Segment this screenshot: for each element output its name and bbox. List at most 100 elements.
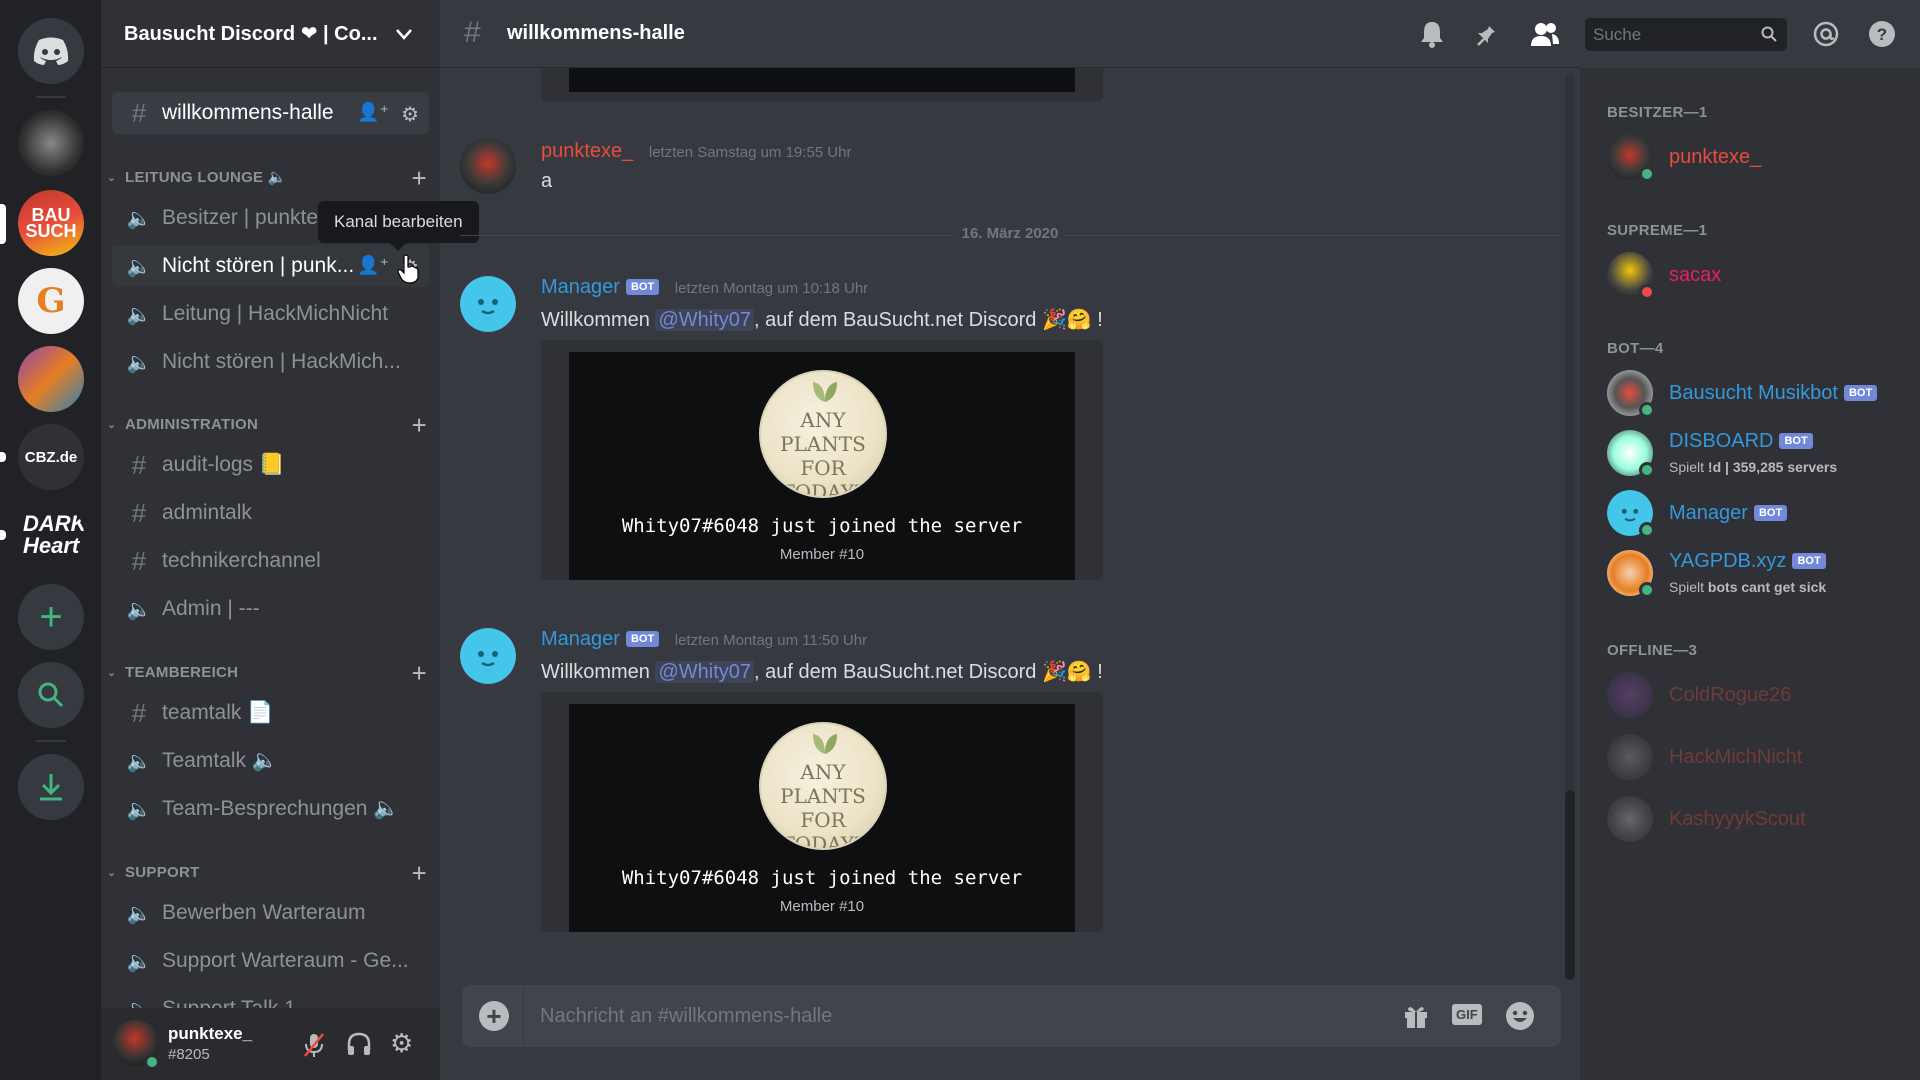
composer-placeholder[interactable]: Nachricht an #willkommens-halle xyxy=(540,1005,832,1028)
headphones-icon[interactable] xyxy=(346,1032,372,1056)
hash-icon: # xyxy=(131,497,147,528)
server-icon-darkheart[interactable]: DARK Heart xyxy=(18,502,84,568)
download-apps-button[interactable] xyxy=(18,754,84,820)
voice-channel[interactable]: 🔈 Nicht stören | HackMich... xyxy=(112,341,429,383)
gif-button[interactable]: GIF xyxy=(1452,1004,1482,1025)
member-group-title: OFFLINE—3 xyxy=(1607,642,1698,659)
message-author[interactable]: punktexe_ xyxy=(541,140,633,162)
member-name: ColdRogue26 xyxy=(1669,684,1792,706)
text-channel[interactable]: # admintalk xyxy=(112,492,429,534)
category-teambereich[interactable]: ⌄ TEAMBEREICH + xyxy=(107,658,427,688)
add-server-button[interactable]: + xyxy=(18,584,84,650)
bell-icon[interactable] xyxy=(1419,20,1445,48)
voice-channel[interactable]: 🔈 Nicht stören | punk... 👤⁺ ⚙ xyxy=(112,245,429,287)
member-item[interactable]: YAGPDB.xyz BOT Spielt bots cant get sick xyxy=(1607,550,1917,606)
bot-face-icon xyxy=(460,276,516,332)
welcome-image[interactable]: ANY PLANTS FOR TODAY? Whity07#6048 just j… xyxy=(569,704,1075,932)
add-channel-icon[interactable]: + xyxy=(412,658,427,689)
category-leitung-lounge[interactable]: ⌄ LEITUNG LOUNGE 🔈 + xyxy=(107,163,427,193)
caret-icon: ⌄ xyxy=(107,866,117,879)
mentions-icon[interactable] xyxy=(1812,20,1840,48)
gear-icon[interactable]: ⚙ xyxy=(401,102,419,127)
member-item[interactable]: Manager BOT xyxy=(1607,490,1917,546)
server-icon-skull[interactable] xyxy=(18,110,84,176)
user-tag: #8205 xyxy=(168,1046,210,1063)
upload-plus-button[interactable]: + xyxy=(479,1001,509,1031)
bot-face-icon xyxy=(460,628,516,684)
help-icon[interactable]: ? xyxy=(1868,20,1896,48)
hash-icon: # xyxy=(131,449,147,480)
voice-channel[interactable]: 🔈 Bewerben Warteraum xyxy=(112,892,429,934)
welcome-image[interactable]: ANY PLANTS FOR TODAY? Whity07#6048 just j… xyxy=(569,352,1075,580)
channel-sidebar: Bausucht Discord ❤ | Co... # willkommens… xyxy=(101,0,440,1080)
category-administration[interactable]: ⌄ ADMINISTRATION + xyxy=(107,410,427,440)
download-icon xyxy=(40,774,62,801)
voice-channel[interactable]: 🔈 Team-Besprechungen 🔈 xyxy=(112,788,429,830)
invite-icon[interactable]: 👤⁺ xyxy=(357,102,389,127)
message-timestamp: letzten Samstag um 19:55 Uhr xyxy=(648,144,852,161)
search-icon xyxy=(1761,26,1777,42)
user-mention[interactable]: @Whity07 xyxy=(655,661,755,683)
category-support[interactable]: ⌄ SUPPORT + xyxy=(107,858,427,888)
plus-icon: + xyxy=(39,595,63,639)
selected-server-pill xyxy=(0,204,6,244)
invite-icon[interactable]: 👤⁺ xyxy=(357,255,389,280)
pin-icon[interactable] xyxy=(1475,20,1501,48)
server-rail: BAU SUCH G CBZ.de DARK Heart + xyxy=(0,0,101,1080)
message-author[interactable]: Manager xyxy=(541,276,620,298)
search-input[interactable]: Suche xyxy=(1585,18,1787,51)
channel-willkommens-halle[interactable]: # willkommens-halle 👤⁺ ⚙ xyxy=(112,92,429,134)
server-icon-bausucht[interactable]: BAU SUCH xyxy=(18,190,84,256)
voice-channel[interactable]: 🔈 Leitung | HackMichNicht xyxy=(112,293,429,335)
guild-name: Bausucht Discord ❤ | Co... xyxy=(124,23,378,45)
member-item[interactable]: KashyyykScout xyxy=(1607,796,1917,852)
gift-icon[interactable] xyxy=(1402,1002,1430,1030)
text-channel[interactable]: # audit-logs 📒 xyxy=(112,444,429,486)
member-item[interactable]: DISBOARD BOT Spielt !d | 359,285 servers xyxy=(1607,430,1917,486)
voice-channel[interactable]: 🔈 Teamtalk 🔈 xyxy=(112,740,429,782)
mute-mic-icon[interactable] xyxy=(302,1032,326,1058)
user-settings-gear-icon[interactable]: ⚙ xyxy=(390,1028,413,1059)
speaker-icon: 🔈 xyxy=(126,207,152,230)
members-icon[interactable] xyxy=(1530,20,1560,48)
member-item[interactable]: Bausucht Musikbot BOT xyxy=(1607,370,1917,426)
explore-servers-button[interactable] xyxy=(18,662,84,728)
avatar[interactable] xyxy=(460,138,516,194)
text-channel[interactable]: # teamtalk 📄 xyxy=(112,692,429,734)
member-name: Manager BOT xyxy=(1669,502,1788,525)
member-item[interactable]: punktexe_ xyxy=(1607,134,1917,190)
member-item[interactable]: ColdRogue26 xyxy=(1607,672,1917,728)
message-timestamp: letzten Montag um 11:50 Uhr xyxy=(674,632,868,649)
emoji-icon[interactable] xyxy=(1505,1001,1535,1031)
avatar[interactable] xyxy=(460,276,516,332)
member-item[interactable]: HackMichNicht xyxy=(1607,734,1917,790)
server-icon-g[interactable]: G xyxy=(18,268,84,334)
online-status-dot xyxy=(1639,402,1655,418)
member-list: BESITZER—1 punktexe_ SUPREME—1 sacax BOT… xyxy=(1580,68,1920,1080)
member-item[interactable]: sacax xyxy=(1607,252,1917,308)
add-channel-icon[interactable]: + xyxy=(412,858,427,889)
previous-embed xyxy=(541,68,1103,102)
avatar[interactable] xyxy=(460,210,516,266)
unread-pill xyxy=(0,530,6,540)
member-count: Member #10 xyxy=(779,898,865,915)
avatar[interactable] xyxy=(460,628,516,684)
voice-channel[interactable]: 🔈 Admin | --- xyxy=(112,588,429,630)
user-mention[interactable]: @Whity07 xyxy=(655,309,755,331)
message-author[interactable]: Manager xyxy=(541,628,620,650)
guild-header[interactable]: Bausucht Discord ❤ | Co... xyxy=(101,0,440,68)
scrollbar-thumb[interactable] xyxy=(1565,790,1575,980)
member-group-title: BESITZER—1 xyxy=(1607,104,1708,121)
home-button[interactable] xyxy=(18,18,84,84)
text-channel[interactable]: # technikerchannel xyxy=(112,540,429,582)
bot-badge: BOT xyxy=(1753,505,1788,521)
server-icon-cbz[interactable]: CBZ.de xyxy=(18,424,84,490)
add-channel-icon[interactable]: + xyxy=(412,163,427,194)
bot-badge: BOT xyxy=(625,631,660,647)
voice-channel[interactable]: 🔈 Support Warteraum - Ge... xyxy=(112,940,429,982)
server-icon-colorful[interactable] xyxy=(18,346,84,412)
message-list: punktexe_ letzten Samstag um 19:55 Uhr a… xyxy=(440,68,1580,980)
member-name: HackMichNicht xyxy=(1669,746,1803,768)
message-composer[interactable]: + Nachricht an #willkommens-halle GIF xyxy=(462,985,1561,1047)
add-channel-icon[interactable]: + xyxy=(412,410,427,441)
